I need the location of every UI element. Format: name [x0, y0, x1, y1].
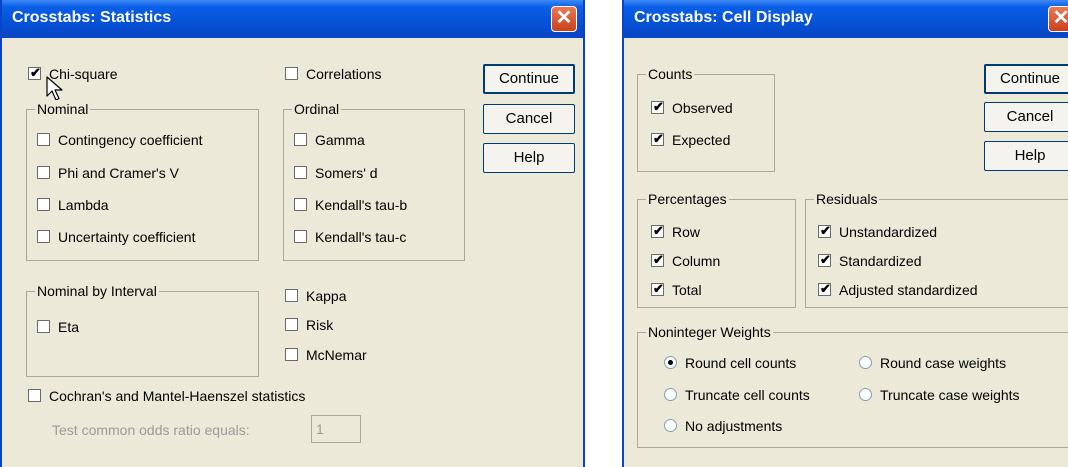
cell-display-dialog: Crosstabs: Cell Display ✕ Counts ✔ Obser…: [622, 0, 1068, 467]
checkmark-icon: ✔: [820, 223, 831, 238]
checkbox-label: Column: [672, 253, 721, 269]
checkbox-box[interactable]: ✔: [651, 131, 664, 146]
radio-label: No adjustments: [685, 418, 783, 434]
radio-button[interactable]: [664, 388, 677, 401]
close-icon[interactable]: ✕: [1048, 6, 1068, 32]
noninteger-weights-group-title: Noninteger Weights: [646, 323, 773, 341]
checkbox-box[interactable]: ✔: [651, 281, 664, 296]
checkbox-label: Risk: [306, 317, 334, 333]
checkbox-box[interactable]: ✔: [651, 223, 664, 238]
checkbox-label: Lambda: [58, 197, 109, 213]
checkbox-label: Phi and Cramer's V: [58, 165, 179, 181]
nominal-group-title: Nominal: [35, 100, 91, 118]
checkbox-label: Kendall's tau-b: [315, 197, 408, 213]
checkbox-label: Expected: [672, 132, 731, 148]
checkbox-label: McNemar: [306, 347, 367, 363]
radio-button[interactable]: [664, 356, 677, 369]
checkmark-icon: ✔: [30, 65, 41, 80]
radio-selected-dot: [668, 360, 673, 365]
radio-label: Truncate case weights: [880, 387, 1020, 403]
checkmark-icon: ✔: [820, 281, 831, 296]
checkbox-box[interactable]: ✔: [651, 252, 664, 267]
checkbox-label: Somers' d: [315, 165, 378, 181]
checkbox-box[interactable]: [37, 230, 50, 243]
checkbox-box[interactable]: [285, 318, 298, 331]
cancel-button[interactable]: Cancel: [483, 104, 575, 134]
noninteger-weights-group: Noninteger Weights Round cell counts Rou…: [637, 323, 1068, 448]
residuals-group: Residuals ✔ Unstandardized ✔ Standardize…: [805, 190, 1068, 308]
counts-group: Counts ✔ Observed ✔ Expected: [637, 65, 775, 172]
checkmark-icon: ✔: [653, 223, 664, 238]
checkbox-label: Kendall's tau-c: [315, 229, 407, 245]
checkbox-box[interactable]: [285, 289, 298, 302]
statistics-dialog: Crosstabs: Statistics ✕ ✔ Chi-square Cor…: [0, 0, 585, 467]
help-button[interactable]: Help: [483, 143, 575, 173]
odds-ratio-input[interactable]: 1: [311, 415, 361, 443]
checkbox-box[interactable]: [294, 230, 307, 243]
checkbox-box[interactable]: [37, 198, 50, 211]
help-button[interactable]: Help: [984, 141, 1068, 171]
checkbox-box[interactable]: [285, 348, 298, 361]
radio-label: Round cell counts: [685, 355, 797, 371]
continue-button[interactable]: Continue: [984, 64, 1068, 94]
percentages-group: Percentages ✔ Row ✔ Column ✔ Total: [637, 190, 796, 308]
radio-label: Truncate cell counts: [685, 387, 810, 403]
nominal-by-interval-group: Nominal by Interval Eta: [26, 282, 259, 377]
continue-button[interactable]: Continue: [483, 64, 575, 94]
close-icon[interactable]: ✕: [551, 6, 577, 32]
counts-group-title: Counts: [646, 65, 695, 83]
radio-button[interactable]: [859, 356, 872, 369]
radio-label: Round case weights: [880, 355, 1007, 371]
checkbox-label: Observed: [672, 100, 733, 116]
checkbox-label: Eta: [58, 319, 80, 335]
nominal-by-interval-group-title: Nominal by Interval: [35, 282, 159, 300]
checkbox-box[interactable]: ✔: [818, 252, 831, 267]
checkbox-box[interactable]: [294, 198, 307, 211]
mouse-pointer-icon: [46, 76, 63, 101]
checkmark-icon: ✔: [653, 99, 664, 114]
ordinal-group-title: Ordinal: [292, 100, 342, 118]
cell-display-title: Crosstabs: Cell Display: [634, 9, 813, 26]
residuals-group-title: Residuals: [814, 190, 880, 208]
radio-button[interactable]: [664, 419, 677, 432]
checkbox-label: Contingency coefficient: [58, 132, 203, 148]
cell-display-titlebar[interactable]: Crosstabs: Cell Display ✕: [624, 0, 1068, 38]
checkbox-label: Gamma: [315, 132, 365, 148]
chi-square-check-box[interactable]: ✔: [28, 65, 41, 80]
correlations-label: Correlations: [306, 66, 382, 82]
checkbox-box[interactable]: [294, 133, 307, 146]
checkbox-box[interactable]: ✔: [818, 223, 831, 238]
checkbox-box[interactable]: ✔: [651, 99, 664, 114]
checkbox-label: Total: [672, 282, 702, 298]
checkbox-label: Uncertainty coefficient: [58, 229, 196, 245]
percentages-group-title: Percentages: [646, 190, 729, 208]
checkbox-label: Cochran's and Mantel-Haenszel statistics: [49, 388, 306, 404]
checkmark-icon: ✔: [653, 281, 664, 296]
checkmark-icon: ✔: [820, 252, 831, 267]
checkmark-icon: ✔: [653, 131, 664, 146]
nominal-group: Nominal Contingency coefficient Phi and …: [26, 100, 259, 261]
checkbox-box[interactable]: [37, 320, 50, 333]
statistics-titlebar[interactable]: Crosstabs: Statistics ✕: [2, 0, 583, 38]
ordinal-group: Ordinal Gamma Somers' d Kendall's tau-b …: [283, 100, 465, 261]
cancel-button[interactable]: Cancel: [984, 102, 1068, 132]
radio-button[interactable]: [859, 388, 872, 401]
checkbox-box[interactable]: [28, 389, 41, 402]
checkbox-box[interactable]: [37, 133, 50, 146]
checkbox-box[interactable]: ✔: [818, 281, 831, 296]
checkbox-label: Adjusted standardized: [839, 282, 978, 298]
checkbox-box[interactable]: [294, 166, 307, 179]
statistics-title: Crosstabs: Statistics: [12, 9, 172, 26]
correlations-check-box[interactable]: [285, 67, 298, 80]
checkmark-icon: ✔: [653, 252, 664, 267]
checkbox-label: Unstandardized: [839, 224, 938, 240]
checkbox-label: Row: [672, 224, 701, 240]
checkbox-box[interactable]: [37, 166, 50, 179]
checkbox-label: Standardized: [839, 253, 922, 269]
odds-ratio-label: Test common odds ratio equals:: [52, 422, 250, 438]
checkbox-label: Kappa: [306, 288, 347, 304]
